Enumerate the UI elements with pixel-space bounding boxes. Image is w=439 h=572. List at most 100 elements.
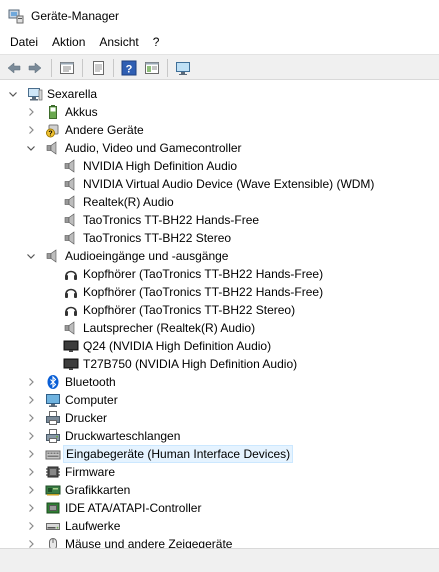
tree-item-label: Kopfhörer (TaoTronics TT-BH22 Stereo)	[83, 303, 296, 317]
toolbar-separator	[51, 59, 52, 77]
monitor-scan-icon	[176, 62, 190, 75]
tree-item[interactable]: Eingabegeräte (Human Interface Devices)	[0, 445, 439, 463]
tree-item[interactable]: TaoTronics TT-BH22 Hands-Free	[0, 211, 439, 229]
view-icon	[145, 62, 159, 74]
tree-item-label: TaoTronics TT-BH22 Stereo	[83, 231, 232, 245]
tree-item[interactable]: TaoTronics TT-BH22 Stereo	[0, 229, 439, 247]
tree-item[interactable]: Lautsprecher (Realtek(R) Audio)	[0, 319, 439, 337]
speaker-icon	[63, 176, 79, 192]
chevron-right-icon[interactable]	[25, 373, 37, 391]
chevron-right-icon[interactable]	[25, 445, 37, 463]
tree-item[interactable]: Sexarella	[0, 85, 439, 103]
arrow-left-icon	[7, 62, 21, 74]
headphones-icon	[63, 302, 79, 318]
chevron-down-icon[interactable]	[25, 139, 37, 157]
chevron-right-icon[interactable]	[25, 103, 37, 121]
menu-help[interactable]: ?	[146, 32, 167, 52]
tree-item-label: Druckwarteschlangen	[65, 429, 181, 443]
tree-item[interactable]: Audio, Video und Gamecontroller	[0, 139, 439, 157]
chevron-right-icon[interactable]	[25, 499, 37, 517]
tree-item[interactable]: Mäuse und andere Zeigegeräte	[0, 535, 439, 548]
display-audio-icon	[63, 338, 79, 354]
svg-text:?: ?	[48, 131, 52, 138]
speaker-icon	[63, 158, 79, 174]
toolbar-separator	[82, 59, 83, 77]
tree-item[interactable]: Akkus	[0, 103, 439, 121]
status-bar	[0, 548, 439, 572]
print-queue-icon	[45, 428, 61, 444]
tree-item-label: NVIDIA High Definition Audio	[83, 159, 238, 173]
unknown-device-icon: ?	[45, 122, 61, 138]
bluetooth-icon	[45, 374, 61, 390]
view-button[interactable]	[143, 59, 161, 77]
back-button[interactable]	[5, 59, 23, 77]
menu-action[interactable]: Aktion	[45, 32, 92, 52]
tree-item[interactable]: Firmware	[0, 463, 439, 481]
chevron-down-icon[interactable]	[7, 85, 19, 103]
tree-item[interactable]: Kopfhörer (TaoTronics TT-BH22 Hands-Free…	[0, 283, 439, 301]
tree-item-label: IDE ATA/ATAPI-Controller	[65, 501, 202, 515]
chevron-right-icon[interactable]	[25, 481, 37, 499]
tree-item-label: Firmware	[65, 465, 115, 479]
tree-item-label: Realtek(R) Audio	[83, 195, 174, 209]
menu-view[interactable]: Ansicht	[92, 32, 145, 52]
tree-item-label: Kopfhörer (TaoTronics TT-BH22 Hands-Free…	[83, 267, 324, 281]
device-manager-icon	[8, 9, 24, 24]
tree-item[interactable]: T27B750 (NVIDIA High Definition Audio)	[0, 355, 439, 373]
chevron-right-icon[interactable]	[25, 517, 37, 535]
tree-item[interactable]: Bluetooth	[0, 373, 439, 391]
device-tree[interactable]: Sexarella Akkus? Andere Geräte Audio, Video…	[0, 82, 439, 548]
battery-icon	[45, 104, 61, 120]
display-adapter-icon	[45, 482, 61, 498]
scan-hardware-button[interactable]	[174, 59, 192, 77]
tree-item-label: Drucker	[65, 411, 108, 425]
monitor-icon	[45, 392, 61, 408]
printer-icon	[45, 410, 61, 426]
tree-item[interactable]: Kopfhörer (TaoTronics TT-BH22 Hands-Free…	[0, 265, 439, 283]
driver-icon	[93, 61, 104, 75]
tree-item-label: Lautsprecher (Realtek(R) Audio)	[83, 321, 256, 335]
help-button[interactable]: ?	[120, 59, 138, 77]
chevron-right-icon[interactable]	[25, 535, 37, 548]
svg-text:?: ?	[126, 64, 133, 76]
chevron-right-icon[interactable]	[25, 409, 37, 427]
tree-item[interactable]: Realtek(R) Audio	[0, 193, 439, 211]
properties-view-button[interactable]	[58, 59, 76, 77]
display-audio-icon	[63, 356, 79, 372]
menu-file[interactable]: Datei	[0, 32, 45, 52]
tree-item[interactable]: Druckwarteschlangen	[0, 427, 439, 445]
tree-item-label: Q24 (NVIDIA High Definition Audio)	[83, 339, 272, 353]
computer-icon	[27, 86, 43, 102]
tree-item-label: Bluetooth	[65, 375, 116, 389]
title-bar: Geräte-Manager	[0, 0, 439, 32]
chevron-down-icon[interactable]	[25, 247, 37, 265]
ide-controller-icon	[45, 500, 61, 516]
tree-item[interactable]: IDE ATA/ATAPI-Controller	[0, 499, 439, 517]
tree-item-label: Eingabegeräte (Human Interface Devices)	[63, 445, 294, 463]
tree-item[interactable]: Q24 (NVIDIA High Definition Audio)	[0, 337, 439, 355]
speaker-icon	[63, 194, 79, 210]
headphones-icon	[63, 284, 79, 300]
tree-item[interactable]: NVIDIA High Definition Audio	[0, 157, 439, 175]
tree-item[interactable]: Kopfhörer (TaoTronics TT-BH22 Stereo)	[0, 301, 439, 319]
update-driver-button[interactable]	[89, 59, 107, 77]
tree-item[interactable]: Drucker	[0, 409, 439, 427]
speaker-icon	[45, 248, 61, 264]
speaker-icon	[63, 230, 79, 246]
tree-item-label: NVIDIA Virtual Audio Device (Wave Extens…	[83, 177, 375, 191]
tree-item[interactable]: Audioeingänge und -ausgänge	[0, 247, 439, 265]
tree-item[interactable]: NVIDIA Virtual Audio Device (Wave Extens…	[0, 175, 439, 193]
toolbar-separator	[167, 59, 168, 77]
tree-item[interactable]: ? Andere Geräte	[0, 121, 439, 139]
tree-item[interactable]: Laufwerke	[0, 517, 439, 535]
chevron-right-icon[interactable]	[25, 427, 37, 445]
tree-item[interactable]: Grafikkarten	[0, 481, 439, 499]
tree-item-label: Mäuse und andere Zeigegeräte	[65, 537, 233, 548]
tree-item[interactable]: Computer	[0, 391, 439, 409]
chevron-right-icon[interactable]	[25, 391, 37, 409]
window-title: Geräte-Manager	[31, 9, 120, 23]
firmware-icon	[45, 464, 61, 480]
forward-button[interactable]	[26, 59, 44, 77]
chevron-right-icon[interactable]	[25, 463, 37, 481]
chevron-right-icon[interactable]	[25, 121, 37, 139]
